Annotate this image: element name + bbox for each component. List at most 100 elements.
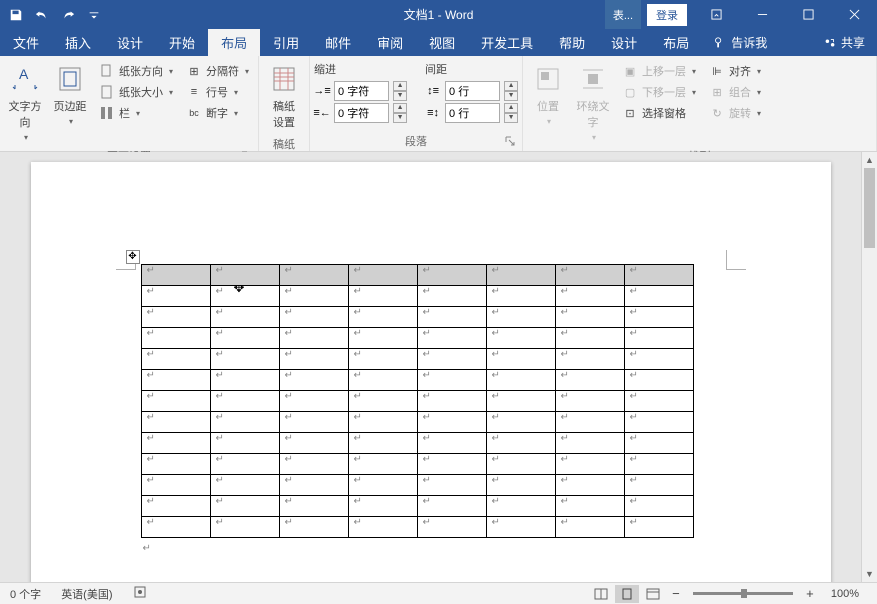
indent-left-input[interactable]: 0 字符 — [334, 81, 389, 101]
table-cell[interactable]: ↵ — [141, 412, 210, 433]
tab-references[interactable]: 引用 — [260, 29, 312, 56]
table-cell[interactable]: ↵ — [555, 265, 624, 286]
table-cell[interactable]: ↵ — [279, 412, 348, 433]
word-count[interactable]: 0 个字 — [0, 586, 51, 602]
space-after-input[interactable]: 0 行 — [445, 103, 500, 123]
table-cell[interactable]: ↵ — [417, 496, 486, 517]
table-cell[interactable]: ↵ — [210, 412, 279, 433]
tab-developer[interactable]: 开发工具 — [468, 29, 546, 56]
table-cell[interactable]: ↵ — [141, 517, 210, 538]
table-cell[interactable]: ↵ — [141, 307, 210, 328]
table-row[interactable]: ↵↵↵↵↵↵↵↵ — [141, 265, 693, 286]
table-cell[interactable]: ↵ — [624, 265, 693, 286]
table-cell[interactable]: ↵ — [279, 433, 348, 454]
space-before-up[interactable]: ▲ — [504, 81, 518, 91]
table-cell[interactable]: ↵ — [348, 433, 417, 454]
table-row[interactable]: ↵↵↵↵↵↵↵↵ — [141, 370, 693, 391]
table-cell[interactable]: ↵ — [417, 517, 486, 538]
table-cell[interactable]: ↵ — [141, 496, 210, 517]
table-cell[interactable]: ↵ — [348, 475, 417, 496]
position-button[interactable]: 位置▾ — [527, 59, 569, 146]
table-row[interactable]: ↵↵↵↵↵↵↵↵ — [141, 391, 693, 412]
zoom-in-button[interactable]: + — [801, 586, 819, 601]
table-cell[interactable]: ↵ — [555, 475, 624, 496]
table-cell[interactable]: ↵ — [279, 307, 348, 328]
table-cell[interactable]: ↵ — [486, 370, 555, 391]
tab-mailings[interactable]: 邮件 — [312, 29, 364, 56]
table-row[interactable]: ↵↵↵↵↵↵↵↵ — [141, 454, 693, 475]
table-cell[interactable]: ↵ — [348, 328, 417, 349]
space-after-up[interactable]: ▲ — [504, 103, 518, 113]
space-after-down[interactable]: ▼ — [504, 113, 518, 123]
table-cell[interactable]: ↵ — [141, 433, 210, 454]
share-button[interactable]: 共享 — [811, 29, 877, 56]
manuscript-settings-button[interactable]: 稿纸 设置 — [263, 59, 305, 134]
ribbon-display-options-button[interactable] — [693, 0, 739, 29]
table-cell[interactable]: ↵ — [624, 454, 693, 475]
minimize-button[interactable] — [739, 0, 785, 29]
redo-button[interactable] — [56, 3, 80, 27]
breaks-button[interactable]: ⊞分隔符▾ — [181, 61, 254, 81]
table-cell[interactable]: ↵ — [210, 454, 279, 475]
table-cell[interactable]: ↵ — [624, 328, 693, 349]
tab-view[interactable]: 视图 — [416, 29, 468, 56]
tab-table-design[interactable]: 设计 — [598, 29, 650, 56]
line-numbers-button[interactable]: ≡行号▾ — [181, 82, 254, 102]
table-cell[interactable]: ↵ — [486, 328, 555, 349]
wrap-text-button[interactable]: 环绕文字▾ — [572, 59, 614, 146]
table-cell[interactable]: ↵ — [210, 496, 279, 517]
table-cell[interactable]: ↵ — [141, 454, 210, 475]
table-cell[interactable]: ↵ — [210, 370, 279, 391]
table-cell[interactable]: ↵ — [417, 307, 486, 328]
table-cell[interactable]: ↵ — [486, 517, 555, 538]
table-cell[interactable]: ↵ — [555, 433, 624, 454]
paragraph-dialog-launcher[interactable] — [503, 136, 516, 149]
table-cell[interactable]: ↵ — [417, 475, 486, 496]
table-cell[interactable]: ↵ — [486, 475, 555, 496]
tab-help[interactable]: 帮助 — [546, 29, 598, 56]
tab-review[interactable]: 审阅 — [364, 29, 416, 56]
table-cell[interactable]: ↵ — [417, 412, 486, 433]
table-cell[interactable]: ↵ — [417, 454, 486, 475]
indent-right-up[interactable]: ▲ — [393, 103, 407, 113]
zoom-slider[interactable] — [693, 592, 793, 595]
table-cell[interactable]: ↵ — [486, 391, 555, 412]
table-cell[interactable]: ↵ — [417, 349, 486, 370]
save-button[interactable] — [4, 3, 28, 27]
indent-left-up[interactable]: ▲ — [393, 81, 407, 91]
table-cell[interactable]: ↵ — [486, 307, 555, 328]
table-cell[interactable]: ↵ — [555, 517, 624, 538]
table-cell[interactable]: ↵ — [210, 265, 279, 286]
table-row[interactable]: ↵↵↵↵↵↵↵↵ — [141, 433, 693, 454]
table-move-handle[interactable]: ✥ — [126, 250, 140, 264]
table-cell[interactable]: ↵ — [279, 265, 348, 286]
table-cell[interactable]: ↵ — [417, 370, 486, 391]
maximize-button[interactable] — [785, 0, 831, 29]
table-cell[interactable]: ↵ — [279, 496, 348, 517]
space-before-input[interactable]: 0 行 — [445, 81, 500, 101]
table-cell[interactable]: ↵ — [555, 370, 624, 391]
table-cell[interactable]: ↵ — [279, 475, 348, 496]
print-layout-button[interactable] — [615, 585, 639, 603]
table-cell[interactable]: ↵ — [555, 391, 624, 412]
table-cell[interactable]: ↵ — [486, 265, 555, 286]
web-layout-button[interactable] — [641, 585, 665, 603]
tab-home[interactable]: 开始 — [156, 29, 208, 56]
table-row[interactable]: ↵↵↵↵↵↵↵↵ — [141, 349, 693, 370]
table-cell[interactable]: ↵ — [555, 307, 624, 328]
table-cell[interactable]: ↵ — [141, 370, 210, 391]
indent-left-down[interactable]: ▼ — [393, 91, 407, 101]
scroll-thumb[interactable] — [864, 168, 875, 248]
table-cell[interactable]: ↵ — [210, 475, 279, 496]
table-cell[interactable]: ↵ — [486, 286, 555, 307]
login-button[interactable]: 登录 — [647, 4, 687, 26]
columns-button[interactable]: 栏▾ — [94, 103, 178, 123]
scroll-down-button[interactable]: ▼ — [862, 566, 877, 582]
table-cell[interactable]: ↵ — [417, 265, 486, 286]
table-cell[interactable]: ↵ — [141, 328, 210, 349]
tab-file[interactable]: 文件 — [0, 29, 52, 56]
table-row[interactable]: ↵↵↵↵↵↵↵↵ — [141, 307, 693, 328]
language-status[interactable]: 英语(美国) — [51, 586, 122, 602]
qat-customize-button[interactable] — [82, 3, 106, 27]
table-cell[interactable]: ↵ — [279, 328, 348, 349]
